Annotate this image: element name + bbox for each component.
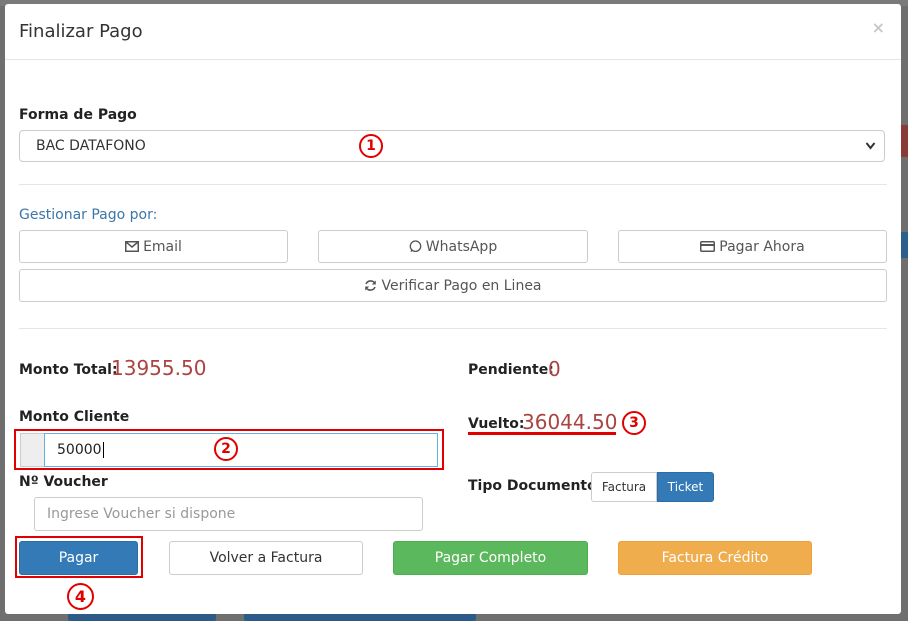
verificar-pago-label: Verificar Pago en Linea [381,277,542,294]
text-cursor [102,442,104,458]
factura-credito-button[interactable]: Factura Crédito [618,541,812,575]
voucher-label: Nº Voucher [19,474,108,490]
modal-header: Finalizar Pago × [5,4,901,60]
vuelto-label: Vuelto: [468,416,525,432]
monto-cliente-input[interactable]: 50000 [44,433,438,467]
annotation-marker-4: 4 [67,583,94,610]
annotation-underline [468,432,616,435]
pendiente-value: 0 [548,357,561,381]
tipo-ticket-option[interactable]: Ticket [657,472,714,502]
monto-total-value: 13955.50 [111,356,207,380]
voucher-input[interactable]: Ingrese Voucher si dispone [34,497,423,531]
background-button [68,613,216,621]
forma-pago-label: Forma de Pago [19,107,137,123]
gestionar-label: Gestionar Pago por: [19,207,158,223]
envelope-icon [125,241,140,252]
divider [19,328,887,329]
annotation-marker-2: 2 [214,437,238,461]
pendiente-label: Pendiente: [468,362,554,378]
modal-title: Finalizar Pago [19,21,143,42]
pagar-completo-button[interactable]: Pagar Completo [393,541,588,575]
monto-total-label: Monto Total: [19,362,118,378]
background-button [244,613,476,621]
chevron-down-icon [865,131,876,172]
monto-cliente-label: Monto Cliente [19,409,130,425]
tipo-factura-option[interactable]: Factura [591,472,657,502]
email-button[interactable]: Email [19,230,288,263]
divider [19,184,887,185]
forma-pago-select[interactable]: BAC DATAFONO [19,130,885,162]
voucher-placeholder: Ingrese Voucher si dispone [47,506,236,522]
pagar-ahora-button[interactable]: Pagar Ahora [618,230,887,263]
volver-factura-button[interactable]: Volver a Factura [169,541,363,575]
vuelto-value: 36044.50 [522,410,618,434]
whatsapp-icon [409,240,422,253]
email-button-label: Email [143,238,182,255]
tipo-documento-label: Tipo Documento [468,478,597,494]
pagar-ahora-label: Pagar Ahora [719,238,805,255]
verificar-pago-button[interactable]: Verificar Pago en Linea [19,269,887,302]
pagar-button[interactable]: Pagar [19,541,138,575]
annotation-marker-3: 3 [622,411,646,435]
background-element [901,232,908,258]
close-button[interactable]: × [872,18,885,37]
monto-cliente-value: 50000 [57,442,102,458]
whatsapp-button-label: WhatsApp [425,238,498,255]
refresh-icon [364,279,377,292]
input-addon [20,433,44,467]
whatsapp-button[interactable]: WhatsApp [318,230,588,263]
forma-pago-selected: BAC DATAFONO [36,138,146,154]
annotation-marker-1: 1 [359,134,383,158]
credit-card-icon [700,241,716,252]
background-element [901,125,908,157]
